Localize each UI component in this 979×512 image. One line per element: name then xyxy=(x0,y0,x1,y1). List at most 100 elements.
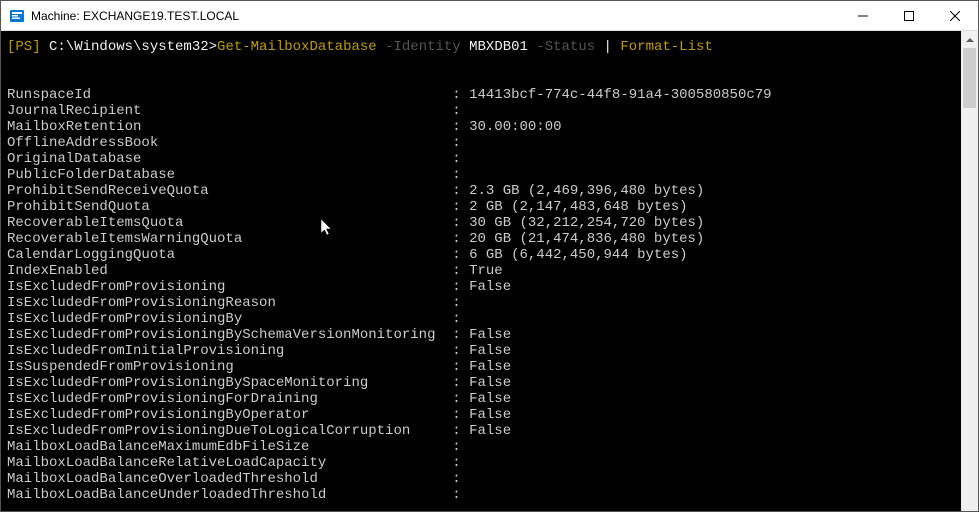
property-value: 14413bcf-774c-44f8-91a4-300580850c79 xyxy=(469,87,771,103)
blank-line xyxy=(7,55,961,71)
property-key: IsExcludedFromProvisioningByOperator xyxy=(7,407,452,423)
colon: : xyxy=(452,103,469,119)
property-value: False xyxy=(469,359,511,375)
output-row: IsExcludedFromProvisioning : False xyxy=(7,279,961,295)
colon: : xyxy=(452,455,469,471)
property-key: RecoverableItemsQuota xyxy=(7,215,452,231)
property-value: 20 GB (21,474,836,480 bytes) xyxy=(469,231,704,247)
property-value: 6 GB (6,442,450,944 bytes) xyxy=(469,247,687,263)
property-value: False xyxy=(469,407,511,423)
prompt-line: [PS] C:\Windows\system32>Get-MailboxData… xyxy=(7,39,961,55)
output-row: RecoverableItemsWarningQuota : 20 GB (21… xyxy=(7,231,961,247)
colon: : xyxy=(452,359,469,375)
output-row: MailboxLoadBalanceOverloadedThreshold : xyxy=(7,471,961,487)
property-key: JournalRecipient xyxy=(7,103,452,119)
prompt-prefix: [PS] xyxy=(7,39,41,55)
property-key: MailboxRetention xyxy=(7,119,452,135)
property-value: False xyxy=(469,279,511,295)
output-row: ProhibitSendQuota : 2 GB (2,147,483,648 … xyxy=(7,199,961,215)
property-key: MailboxLoadBalanceUnderloadedThreshold xyxy=(7,487,452,503)
property-value: False xyxy=(469,343,511,359)
property-key: CalendarLoggingQuota xyxy=(7,247,452,263)
colon: : xyxy=(452,327,469,343)
maximize-button[interactable] xyxy=(886,1,932,30)
cmd-get-mailboxdatabase: Get-MailboxDatabase xyxy=(217,39,377,55)
property-key: IsExcludedFromProvisioningBySchemaVersio… xyxy=(7,327,452,343)
output-row: OriginalDatabase : xyxy=(7,151,961,167)
property-key: IsExcludedFromProvisioningReason xyxy=(7,295,452,311)
property-value: False xyxy=(469,375,511,391)
cmd-format-list: Format-List xyxy=(620,39,712,55)
minimize-button[interactable] xyxy=(840,1,886,30)
property-key: IsExcludedFromProvisioningForDraining xyxy=(7,391,452,407)
colon: : xyxy=(452,247,469,263)
property-value: 2 GB (2,147,483,648 bytes) xyxy=(469,199,687,215)
property-value: 30 GB (32,212,254,720 bytes) xyxy=(469,215,704,231)
colon: : xyxy=(452,151,469,167)
colon: : xyxy=(452,407,469,423)
property-key: OfflineAddressBook xyxy=(7,135,452,151)
arg-mbxdb01: MBXDB01 xyxy=(469,39,528,55)
property-value: True xyxy=(469,263,503,279)
property-value: False xyxy=(469,391,511,407)
terminal[interactable]: [PS] C:\Windows\system32>Get-MailboxData… xyxy=(1,31,961,511)
property-key: ProhibitSendReceiveQuota xyxy=(7,183,452,199)
colon: : xyxy=(452,279,469,295)
output-row: MailboxRetention : 30.00:00:00 xyxy=(7,119,961,135)
blank-line xyxy=(7,71,961,87)
property-key: IsSuspendedFromProvisioning xyxy=(7,359,452,375)
output-row: PublicFolderDatabase : xyxy=(7,167,961,183)
colon: : xyxy=(452,375,469,391)
property-key: RecoverableItemsWarningQuota xyxy=(7,231,452,247)
property-value: False xyxy=(469,327,511,343)
colon: : xyxy=(452,471,469,487)
colon: : xyxy=(452,87,469,103)
pipe: | xyxy=(604,39,621,55)
output-row: IsExcludedFromProvisioningBySpaceMonitor… xyxy=(7,375,961,391)
vertical-scrollbar[interactable] xyxy=(961,31,978,511)
colon: : xyxy=(452,343,469,359)
colon: : xyxy=(452,263,469,279)
titlebar[interactable]: Machine: EXCHANGE19.TEST.LOCAL xyxy=(1,1,978,31)
flag-status: -Status xyxy=(528,39,604,55)
output-row: IsExcludedFromProvisioningDueToLogicalCo… xyxy=(7,423,961,439)
output-row: MailboxLoadBalanceUnderloadedThreshold : xyxy=(7,487,961,503)
property-key: IndexEnabled xyxy=(7,263,452,279)
output-row: IsExcludedFromProvisioningBySchemaVersio… xyxy=(7,327,961,343)
scroll-up-button[interactable] xyxy=(961,31,978,48)
output-row: IsExcludedFromProvisioningBy : xyxy=(7,311,961,327)
property-key: MailboxLoadBalanceRelativeLoadCapacity xyxy=(7,455,452,471)
colon: : xyxy=(452,215,469,231)
window: Machine: EXCHANGE19.TEST.LOCAL [PS] C:\W… xyxy=(0,0,979,512)
property-key: MailboxLoadBalanceMaximumEdbFileSize xyxy=(7,439,452,455)
scroll-thumb[interactable] xyxy=(963,48,976,108)
property-key: IsExcludedFromInitialProvisioning xyxy=(7,343,452,359)
colon: : xyxy=(452,423,469,439)
output-row: MailboxLoadBalanceMaximumEdbFileSize : xyxy=(7,439,961,455)
colon: : xyxy=(452,231,469,247)
close-button[interactable] xyxy=(932,1,978,30)
output-row: RunspaceId : 14413bcf-774c-44f8-91a4-300… xyxy=(7,87,961,103)
output-row: IsExcludedFromProvisioningByOperator : F… xyxy=(7,407,961,423)
output-row: JournalRecipient : xyxy=(7,103,961,119)
window-controls xyxy=(840,1,978,30)
property-key: IsExcludedFromProvisioningDueToLogicalCo… xyxy=(7,423,452,439)
colon: : xyxy=(452,391,469,407)
output-row: RecoverableItemsQuota : 30 GB (32,212,25… xyxy=(7,215,961,231)
property-value: 2.3 GB (2,469,396,480 bytes) xyxy=(469,183,704,199)
scroll-track[interactable] xyxy=(961,48,978,494)
output-row: IsSuspendedFromProvisioning : False xyxy=(7,359,961,375)
property-key: RunspaceId xyxy=(7,87,452,103)
colon: : xyxy=(452,295,469,311)
flag-identity: -Identity xyxy=(377,39,469,55)
property-key: MailboxLoadBalanceOverloadedThreshold xyxy=(7,471,452,487)
output-row: CalendarLoggingQuota : 6 GB (6,442,450,9… xyxy=(7,247,961,263)
colon: : xyxy=(452,119,469,135)
output-row: IndexEnabled : True xyxy=(7,263,961,279)
output-row: IsExcludedFromProvisioningForDraining : … xyxy=(7,391,961,407)
window-title: Machine: EXCHANGE19.TEST.LOCAL xyxy=(31,9,840,23)
output-row: IsExcludedFromInitialProvisioning : Fals… xyxy=(7,343,961,359)
prompt-path: C:\Windows\system32> xyxy=(41,39,217,55)
output-row: ProhibitSendReceiveQuota : 2.3 GB (2,469… xyxy=(7,183,961,199)
colon: : xyxy=(452,487,469,503)
